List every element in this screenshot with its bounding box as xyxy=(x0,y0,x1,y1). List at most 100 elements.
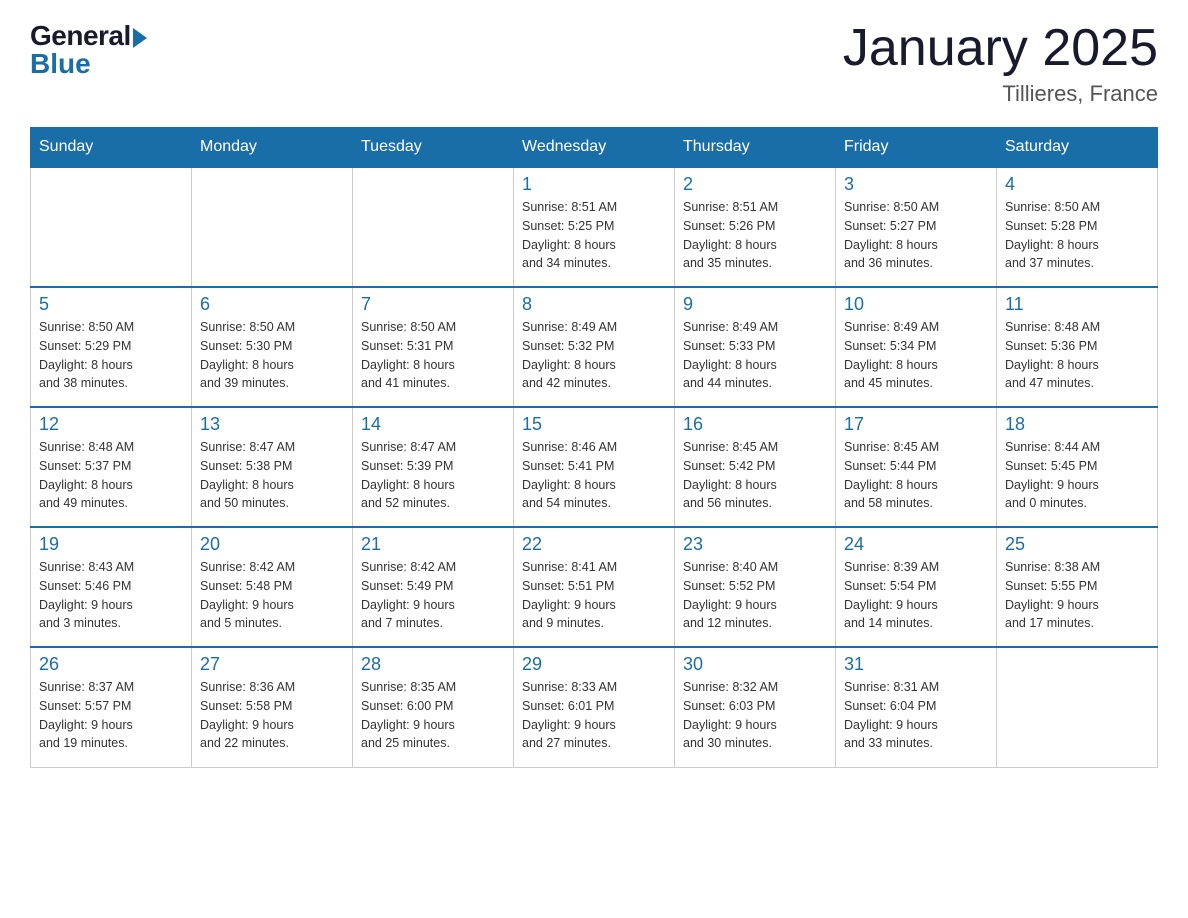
day-number: 27 xyxy=(200,654,344,675)
day-of-week-header: Friday xyxy=(836,128,997,168)
day-info: Sunrise: 8:49 AM Sunset: 5:33 PM Dayligh… xyxy=(683,318,827,393)
calendar-day-cell: 28 Sunrise: 8:35 AM Sunset: 6:00 PM Dayli… xyxy=(353,647,514,767)
day-number: 15 xyxy=(522,414,666,435)
day-info: Sunrise: 8:40 AM Sunset: 5:52 PM Dayligh… xyxy=(683,558,827,633)
day-number: 10 xyxy=(844,294,988,315)
day-info: Sunrise: 8:47 AM Sunset: 5:39 PM Dayligh… xyxy=(361,438,505,513)
day-number: 22 xyxy=(522,534,666,555)
day-number: 12 xyxy=(39,414,183,435)
calendar-day-cell xyxy=(997,647,1158,767)
day-info: Sunrise: 8:48 AM Sunset: 5:37 PM Dayligh… xyxy=(39,438,183,513)
calendar-day-cell: 22 Sunrise: 8:41 AM Sunset: 5:51 PM Dayli… xyxy=(514,527,675,647)
calendar-day-cell: 31 Sunrise: 8:31 AM Sunset: 6:04 PM Dayli… xyxy=(836,647,997,767)
calendar-week-row: 5Sunrise: 8:50 AM Sunset: 5:29 PM Daylig… xyxy=(31,287,1158,407)
day-number: 16 xyxy=(683,414,827,435)
logo: General Blue xyxy=(30,20,147,80)
calendar-day-cell: 26 Sunrise: 8:37 AM Sunset: 5:57 PM Dayli… xyxy=(31,647,192,767)
day-number: 26 xyxy=(39,654,183,675)
calendar-day-cell: 27 Sunrise: 8:36 AM Sunset: 5:58 PM Dayli… xyxy=(192,647,353,767)
calendar-day-cell: 6Sunrise: 8:50 AM Sunset: 5:30 PM Daylig… xyxy=(192,287,353,407)
day-of-week-header: Thursday xyxy=(675,128,836,168)
calendar-day-cell: 24 Sunrise: 8:39 AM Sunset: 5:54 PM Dayli… xyxy=(836,527,997,647)
calendar-day-cell: 15 Sunrise: 8:46 AM Sunset: 5:41 PM Dayli… xyxy=(514,407,675,527)
calendar-day-cell: 20 Sunrise: 8:42 AM Sunset: 5:48 PM Dayli… xyxy=(192,527,353,647)
calendar-day-cell: 5Sunrise: 8:50 AM Sunset: 5:29 PM Daylig… xyxy=(31,287,192,407)
day-info: Sunrise: 8:45 AM Sunset: 5:42 PM Dayligh… xyxy=(683,438,827,513)
calendar-day-cell: 30Sunrise: 8:32 AM Sunset: 6:03 PM Dayli… xyxy=(675,647,836,767)
day-number: 4 xyxy=(1005,174,1149,195)
day-info: Sunrise: 8:46 AM Sunset: 5:41 PM Dayligh… xyxy=(522,438,666,513)
title-section: January 2025 Tillieres, France xyxy=(843,20,1158,107)
day-info: Sunrise: 8:49 AM Sunset: 5:34 PM Dayligh… xyxy=(844,318,988,393)
calendar-day-cell: 16 Sunrise: 8:45 AM Sunset: 5:42 PM Dayli… xyxy=(675,407,836,527)
day-number: 28 xyxy=(361,654,505,675)
day-info: Sunrise: 8:50 AM Sunset: 5:27 PM Dayligh… xyxy=(844,198,988,273)
day-info: Sunrise: 8:44 AM Sunset: 5:45 PM Dayligh… xyxy=(1005,438,1149,513)
calendar-day-cell: 11 Sunrise: 8:48 AM Sunset: 5:36 PM Dayli… xyxy=(997,287,1158,407)
day-info: Sunrise: 8:43 AM Sunset: 5:46 PM Dayligh… xyxy=(39,558,183,633)
day-number: 13 xyxy=(200,414,344,435)
day-info: Sunrise: 8:50 AM Sunset: 5:28 PM Dayligh… xyxy=(1005,198,1149,273)
calendar-day-cell: 3 Sunrise: 8:50 AM Sunset: 5:27 PM Daylig… xyxy=(836,167,997,287)
calendar-day-cell: 23Sunrise: 8:40 AM Sunset: 5:52 PM Dayli… xyxy=(675,527,836,647)
day-number: 24 xyxy=(844,534,988,555)
calendar-day-cell: 17 Sunrise: 8:45 AM Sunset: 5:44 PM Dayli… xyxy=(836,407,997,527)
day-info: Sunrise: 8:38 AM Sunset: 5:55 PM Dayligh… xyxy=(1005,558,1149,633)
day-info: Sunrise: 8:33 AM Sunset: 6:01 PM Dayligh… xyxy=(522,678,666,753)
calendar-week-row: 26 Sunrise: 8:37 AM Sunset: 5:57 PM Dayli… xyxy=(31,647,1158,767)
calendar-day-cell: 25 Sunrise: 8:38 AM Sunset: 5:55 PM Dayli… xyxy=(997,527,1158,647)
day-info: Sunrise: 8:37 AM Sunset: 5:57 PM Dayligh… xyxy=(39,678,183,753)
day-info: Sunrise: 8:42 AM Sunset: 5:48 PM Dayligh… xyxy=(200,558,344,633)
day-number: 9 xyxy=(683,294,827,315)
day-number: 21 xyxy=(361,534,505,555)
day-info: Sunrise: 8:51 AM Sunset: 5:25 PM Dayligh… xyxy=(522,198,666,273)
calendar-day-cell xyxy=(192,167,353,287)
day-info: Sunrise: 8:35 AM Sunset: 6:00 PM Dayligh… xyxy=(361,678,505,753)
day-number: 29 xyxy=(522,654,666,675)
day-number: 6 xyxy=(200,294,344,315)
day-of-week-header: Wednesday xyxy=(514,128,675,168)
calendar-day-cell: 29 Sunrise: 8:33 AM Sunset: 6:01 PM Dayli… xyxy=(514,647,675,767)
day-number: 25 xyxy=(1005,534,1149,555)
day-number: 1 xyxy=(522,174,666,195)
day-info: Sunrise: 8:51 AM Sunset: 5:26 PM Dayligh… xyxy=(683,198,827,273)
day-info: Sunrise: 8:36 AM Sunset: 5:58 PM Dayligh… xyxy=(200,678,344,753)
day-info: Sunrise: 8:39 AM Sunset: 5:54 PM Dayligh… xyxy=(844,558,988,633)
day-info: Sunrise: 8:50 AM Sunset: 5:31 PM Dayligh… xyxy=(361,318,505,393)
day-of-week-header: Sunday xyxy=(31,128,192,168)
day-number: 20 xyxy=(200,534,344,555)
day-info: Sunrise: 8:49 AM Sunset: 5:32 PM Dayligh… xyxy=(522,318,666,393)
day-of-week-header: Monday xyxy=(192,128,353,168)
calendar-day-cell: 8 Sunrise: 8:49 AM Sunset: 5:32 PM Daylig… xyxy=(514,287,675,407)
day-info: Sunrise: 8:42 AM Sunset: 5:49 PM Dayligh… xyxy=(361,558,505,633)
day-info: Sunrise: 8:45 AM Sunset: 5:44 PM Dayligh… xyxy=(844,438,988,513)
day-number: 2 xyxy=(683,174,827,195)
day-number: 7 xyxy=(361,294,505,315)
day-info: Sunrise: 8:31 AM Sunset: 6:04 PM Dayligh… xyxy=(844,678,988,753)
day-number: 11 xyxy=(1005,294,1149,315)
day-info: Sunrise: 8:50 AM Sunset: 5:29 PM Dayligh… xyxy=(39,318,183,393)
day-of-week-header: Tuesday xyxy=(353,128,514,168)
day-number: 17 xyxy=(844,414,988,435)
calendar-day-cell: 13Sunrise: 8:47 AM Sunset: 5:38 PM Dayli… xyxy=(192,407,353,527)
calendar-day-cell: 21 Sunrise: 8:42 AM Sunset: 5:49 PM Dayli… xyxy=(353,527,514,647)
calendar-day-cell: 7 Sunrise: 8:50 AM Sunset: 5:31 PM Daylig… xyxy=(353,287,514,407)
day-number: 31 xyxy=(844,654,988,675)
calendar-day-cell: 2 Sunrise: 8:51 AM Sunset: 5:26 PM Daylig… xyxy=(675,167,836,287)
day-number: 14 xyxy=(361,414,505,435)
day-number: 3 xyxy=(844,174,988,195)
day-info: Sunrise: 8:48 AM Sunset: 5:36 PM Dayligh… xyxy=(1005,318,1149,393)
calendar-day-cell: 9 Sunrise: 8:49 AM Sunset: 5:33 PM Daylig… xyxy=(675,287,836,407)
calendar-day-cell: 4 Sunrise: 8:50 AM Sunset: 5:28 PM Daylig… xyxy=(997,167,1158,287)
day-of-week-header: Saturday xyxy=(997,128,1158,168)
calendar-week-row: 12 Sunrise: 8:48 AM Sunset: 5:37 PM Dayli… xyxy=(31,407,1158,527)
day-number: 8 xyxy=(522,294,666,315)
calendar-day-cell xyxy=(353,167,514,287)
calendar-table: SundayMondayTuesdayWednesdayThursdayFrid… xyxy=(30,127,1158,768)
day-info: Sunrise: 8:41 AM Sunset: 5:51 PM Dayligh… xyxy=(522,558,666,633)
page-header: General Blue January 2025 Tillieres, Fra… xyxy=(30,20,1158,107)
calendar-header: SundayMondayTuesdayWednesdayThursdayFrid… xyxy=(31,128,1158,168)
day-info: Sunrise: 8:32 AM Sunset: 6:03 PM Dayligh… xyxy=(683,678,827,753)
calendar-title: January 2025 xyxy=(843,20,1158,77)
day-number: 18 xyxy=(1005,414,1149,435)
